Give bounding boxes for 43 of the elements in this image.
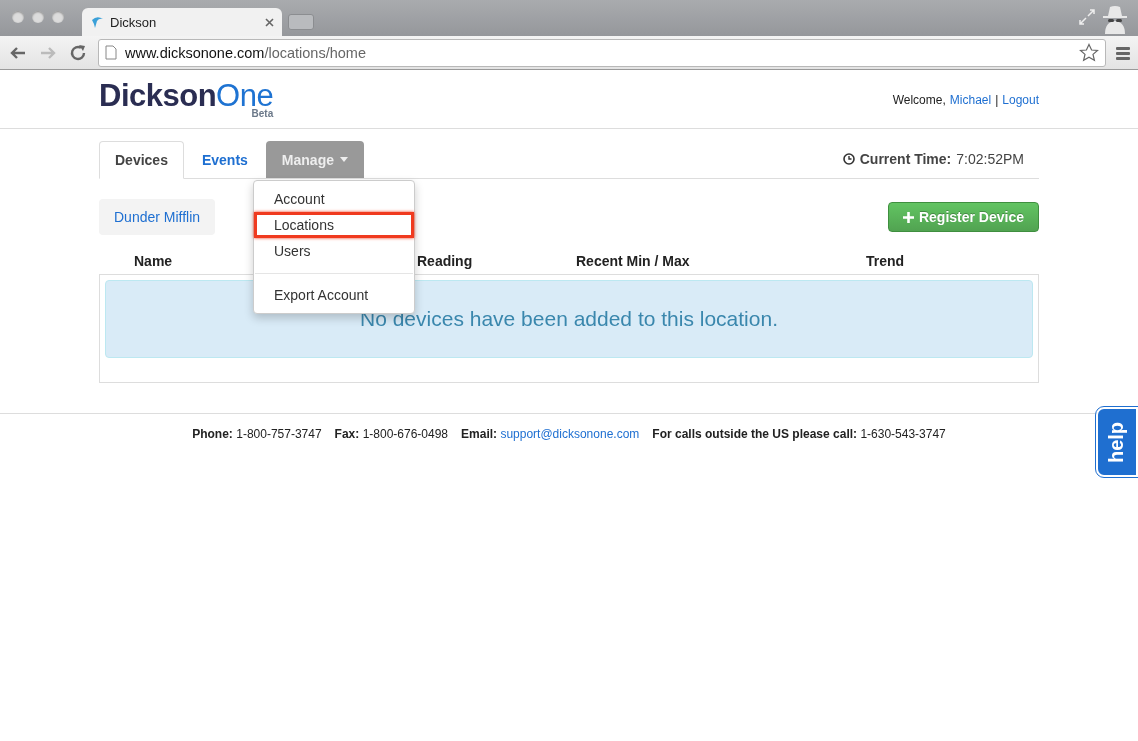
current-time-label: Current Time: bbox=[859, 151, 952, 167]
user-link[interactable]: Michael bbox=[949, 93, 992, 107]
menu-item[interactable]: Locations bbox=[254, 212, 414, 238]
menu-icon[interactable] bbox=[1116, 45, 1130, 60]
current-time-value: 7:02:52PM bbox=[956, 151, 1024, 167]
url-text: www.dicksonone.com/locations/home bbox=[125, 44, 367, 61]
fullscreen-icon[interactable] bbox=[1078, 8, 1096, 26]
nav-tab[interactable]: Devices bbox=[99, 141, 184, 179]
footer-label-text: Phone: 1-800-757-3747 bbox=[192, 427, 322, 441]
menu-item[interactable]: Users bbox=[254, 238, 414, 264]
footer-label-text: For calls outside the US please call: 1-630-543-3747 bbox=[652, 427, 946, 441]
star-icon[interactable] bbox=[1079, 42, 1099, 63]
swirl-favicon-icon bbox=[90, 15, 104, 29]
new-tab-button[interactable] bbox=[288, 14, 314, 30]
column-header: Reading bbox=[417, 253, 474, 269]
window-close-light[interactable] bbox=[12, 11, 24, 23]
column-header: Recent Min / Max bbox=[576, 253, 691, 269]
close-tab-icon[interactable] bbox=[265, 17, 274, 27]
clock-icon bbox=[842, 153, 855, 165]
plus-icon bbox=[902, 211, 914, 223]
nav-tab[interactable]: Events bbox=[185, 141, 264, 178]
window-zoom-light[interactable] bbox=[52, 11, 64, 23]
tab-title: Dickson bbox=[110, 14, 158, 30]
caret-icon bbox=[340, 157, 348, 162]
separator-text: | bbox=[995, 93, 999, 107]
column-header: Name bbox=[134, 253, 174, 269]
incognito-icon bbox=[1100, 4, 1130, 34]
location-button[interactable]: Dunder Mifflin bbox=[99, 199, 216, 235]
logout-link[interactable]: Logout bbox=[1002, 93, 1039, 107]
address-bar[interactable]: www.dicksonone.com/locations/home bbox=[98, 38, 1106, 67]
menu-item[interactable]: Export Account bbox=[254, 282, 414, 308]
help-button[interactable]: help bbox=[1096, 407, 1138, 477]
column-header: Trend bbox=[866, 253, 906, 269]
page-icon bbox=[105, 45, 117, 60]
window-minimize-light[interactable] bbox=[32, 11, 44, 23]
dicksonone-logo[interactable]: DicksonOne Beta bbox=[99, 71, 274, 119]
browser-tab[interactable]: Dickson bbox=[82, 8, 282, 36]
email-link[interactable]: support@dicksonone.com bbox=[500, 427, 640, 441]
footer-label-text: Email: support@dicksonone.com bbox=[461, 427, 640, 441]
welcome-text: Welcome, bbox=[892, 93, 946, 107]
menu-item[interactable]: Account bbox=[254, 186, 414, 212]
footer-label-text: Fax: 1-800-676-0498 bbox=[334, 427, 449, 441]
reload-icon[interactable] bbox=[68, 42, 88, 63]
